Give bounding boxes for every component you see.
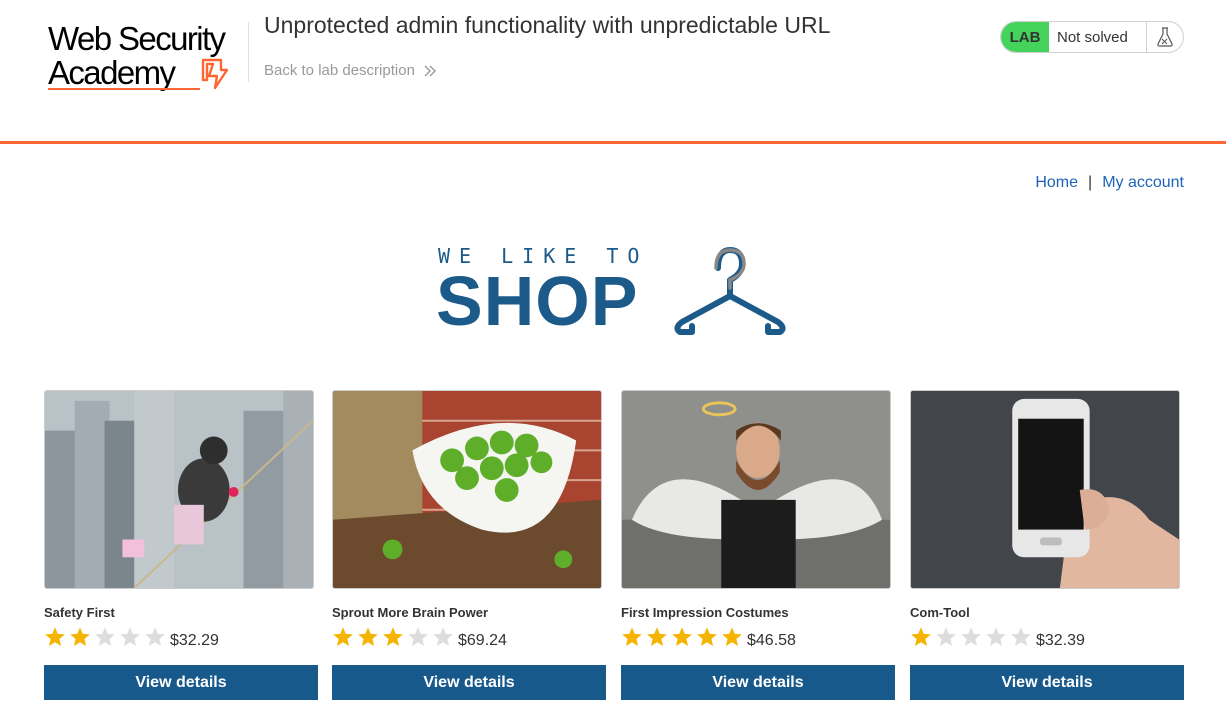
hand-holding-phone-image [911, 391, 1179, 588]
product-name: Sprout More Brain Power [332, 605, 489, 620]
double-chevron-right-icon [424, 65, 436, 76]
home-link[interactable]: Home [1035, 174, 1078, 192]
star-filled-icon [358, 627, 378, 646]
view-details-button[interactable]: View details [332, 665, 606, 700]
star-empty-icon [936, 627, 956, 646]
product-image [621, 390, 891, 589]
star-empty-icon [95, 627, 115, 646]
child-on-tightrope-image [45, 391, 313, 588]
star-rating [332, 626, 454, 648]
star-rating [910, 626, 1032, 648]
star-filled-icon [722, 627, 742, 646]
lab-status-widget: LAB Not solved [1000, 21, 1184, 53]
academy-header: Web Security Academy Unprotected admin f… [0, 0, 1226, 144]
view-details-button[interactable]: View details [44, 665, 318, 700]
star-empty-icon [986, 627, 1006, 646]
flask-icon-container [1147, 27, 1183, 47]
view-details-button[interactable]: View details [621, 665, 895, 700]
star-rating [621, 626, 743, 648]
product-image [44, 390, 314, 589]
product-price: $32.39 [1036, 632, 1085, 649]
angel-wings-man-image [622, 391, 890, 588]
logo-underline [48, 88, 200, 90]
product-image [910, 390, 1180, 589]
product-price: $32.29 [170, 632, 219, 649]
lab-status-text: Not solved [1049, 22, 1147, 52]
product-name: Safety First [44, 605, 115, 620]
star-empty-icon [433, 627, 453, 646]
flask-icon [1157, 27, 1173, 47]
back-to-lab-description-link[interactable]: Back to lab description [264, 62, 437, 79]
clothes-hanger-icon [674, 247, 786, 335]
star-empty-icon [1011, 627, 1031, 646]
logo-text-line1: Web Security [48, 20, 226, 57]
star-filled-icon [45, 627, 65, 646]
star-filled-icon [70, 627, 90, 646]
lightning-bolt-icon [201, 58, 229, 90]
star-rating [44, 626, 166, 648]
star-filled-icon [383, 627, 403, 646]
star-filled-icon [333, 627, 353, 646]
lab-badge: LAB [1001, 22, 1049, 52]
view-details-button[interactable]: View details [910, 665, 1184, 700]
star-filled-icon [697, 627, 717, 646]
nav-separator: | [1088, 174, 1093, 191]
brussels-sprouts-image [333, 391, 601, 588]
lab-title: Unprotected admin functionality with unp… [264, 12, 831, 38]
star-filled-icon [647, 627, 667, 646]
top-links: Home | My account [1035, 174, 1184, 192]
product-price: $46.58 [747, 632, 796, 649]
star-filled-icon [622, 627, 642, 646]
product-name: First Impression Costumes [621, 605, 789, 620]
star-empty-icon [961, 627, 981, 646]
star-empty-icon [408, 627, 428, 646]
header-divider [248, 22, 249, 82]
web-security-academy-logo[interactable]: Web Security Academy [44, 20, 248, 92]
star-filled-icon [911, 627, 931, 646]
product-price: $69.24 [458, 632, 507, 649]
banner-shop-word: SHOP [436, 262, 639, 340]
my-account-link[interactable]: My account [1102, 174, 1184, 192]
product-image [332, 390, 602, 589]
star-empty-icon [120, 627, 140, 646]
logo-text-line2: Academy [48, 54, 176, 91]
back-link-label: Back to lab description [264, 62, 415, 79]
star-empty-icon [145, 627, 165, 646]
we-like-to-shop-banner: WE LIKE TO SHOP [436, 244, 792, 340]
star-filled-icon [672, 627, 692, 646]
product-name: Com-Tool [910, 605, 970, 620]
